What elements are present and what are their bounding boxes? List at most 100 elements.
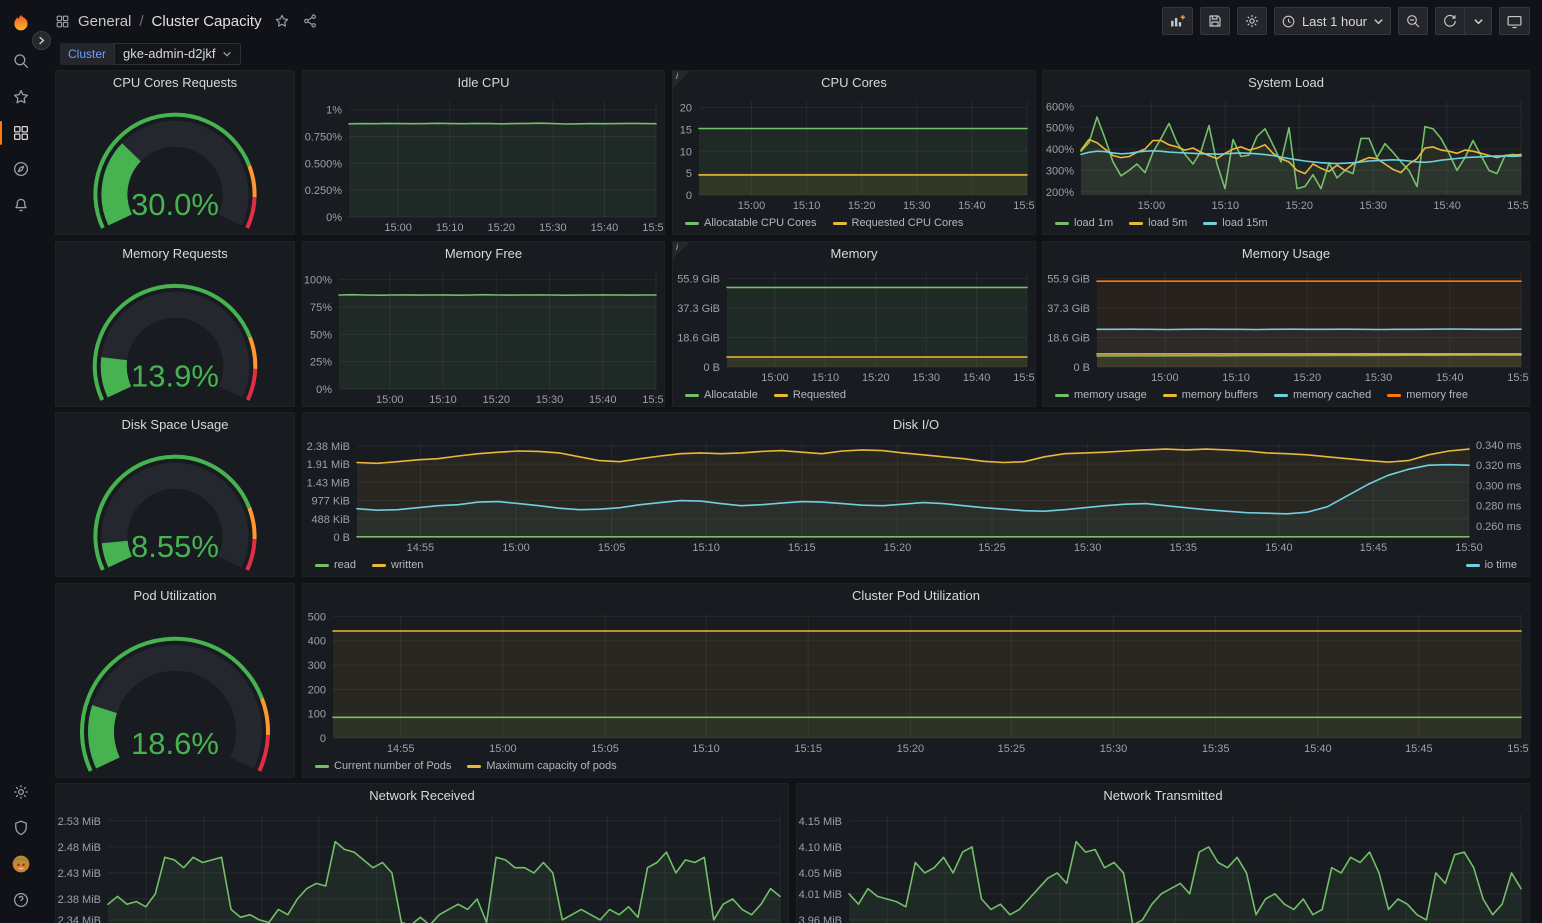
panel-title[interactable]: Memory Free [303, 242, 664, 266]
configuration-gear-icon[interactable] [0, 777, 42, 807]
panel-title[interactable]: System Load [1043, 71, 1529, 95]
svg-text:5: 5 [686, 168, 692, 180]
svg-text:15:25: 15:25 [978, 542, 1006, 554]
legend-item[interactable]: io time [1466, 559, 1517, 571]
legend-item[interactable]: load 15m [1203, 217, 1267, 229]
legend-item[interactable]: Allocatable CPU Cores [685, 217, 817, 229]
disk-space-usage-gauge: 8.55% [56, 437, 294, 576]
panel-legend: Allocatable CPU Cores Requested CPU Cores [673, 212, 1035, 234]
server-admin-shield-icon[interactable] [0, 813, 42, 843]
panel-title[interactable]: Idle CPU [303, 71, 664, 95]
svg-text:15:40: 15:40 [1436, 372, 1464, 384]
svg-text:37.3 GiB: 37.3 GiB [677, 303, 720, 315]
breadcrumb: General / Cluster Capacity [55, 8, 318, 34]
zoom-out-button[interactable] [1398, 7, 1428, 35]
svg-text:15:50: 15:50 [1013, 372, 1035, 384]
svg-text:2.38 MiB: 2.38 MiB [58, 894, 101, 906]
variable-value-dropdown[interactable]: gke-admin-d2jkf [114, 43, 241, 65]
explore-compass-icon[interactable] [0, 154, 42, 184]
panel-title[interactable]: Memory Usage [1043, 242, 1529, 266]
expand-menu-button[interactable] [32, 31, 51, 50]
refresh-button[interactable] [1435, 7, 1464, 35]
svg-text:3.96 MiB: 3.96 MiB [799, 915, 842, 923]
profile-avatar[interactable] [0, 849, 42, 879]
add-panel-button[interactable] [1162, 7, 1193, 35]
variable-value: gke-admin-d2jkf [123, 44, 216, 64]
panel-legend: Allocatable Requested [673, 384, 1035, 406]
legend-item[interactable]: load 1m [1055, 217, 1113, 229]
save-dashboard-button[interactable] [1200, 7, 1230, 35]
svg-text:0 B: 0 B [333, 532, 350, 544]
legend-item[interactable]: load 5m [1129, 217, 1187, 229]
svg-text:18.6%: 18.6% [131, 726, 219, 761]
panel-title[interactable]: Cluster Pod Utilization [303, 584, 1529, 608]
legend-item[interactable]: memory free [1387, 389, 1468, 401]
panel-title[interactable]: Memory Requests [56, 242, 294, 266]
svg-text:15:00: 15:00 [376, 394, 404, 406]
panel-cpu-cores-requests: CPU Cores Requests 30.0% [55, 70, 295, 235]
help-icon[interactable] [0, 885, 42, 915]
dashboard-settings-button[interactable] [1237, 7, 1267, 35]
legend-item[interactable]: written [372, 559, 423, 571]
dashboards-icon[interactable] [0, 118, 42, 148]
svg-text:18.6 GiB: 18.6 GiB [677, 333, 720, 345]
panel-title[interactable]: Disk Space Usage [56, 413, 294, 437]
legend-item[interactable]: memory buffers [1163, 389, 1258, 401]
svg-text:10: 10 [680, 146, 692, 158]
legend-item[interactable]: Maximum capacity of pods [467, 760, 616, 772]
variable-label[interactable]: Cluster [60, 43, 114, 65]
alerting-bell-icon[interactable] [0, 190, 42, 220]
svg-text:15:10: 15:10 [429, 394, 457, 406]
starred-icon[interactable] [0, 82, 42, 112]
legend-item[interactable]: Requested CPU Cores [833, 217, 964, 229]
svg-text:15:20: 15:20 [1294, 372, 1322, 384]
svg-text:25%: 25% [310, 357, 332, 369]
svg-text:400: 400 [308, 636, 326, 648]
panel-network-transmitted: Network Transmitted 3.96 MiB4.01 MiB4.05… [796, 783, 1530, 923]
refresh-interval-caret[interactable] [1464, 7, 1492, 35]
disk-io-chart: 14:5515:0015:0515:1015:1515:2015:2515:30… [303, 437, 1529, 554]
svg-text:15:30: 15:30 [1074, 542, 1102, 554]
legend-item[interactable]: Allocatable [685, 389, 758, 401]
svg-text:15:25: 15:25 [998, 743, 1026, 755]
svg-text:15:15: 15:15 [794, 743, 822, 755]
system-load-chart: 15:0015:1015:2015:3015:4015:50200%300%40… [1043, 95, 1529, 212]
svg-text:0.500%: 0.500% [305, 158, 343, 170]
svg-text:488 KiB: 488 KiB [311, 514, 350, 526]
panel-info-icon[interactable]: i [673, 71, 690, 88]
panel-title[interactable]: Network Transmitted [797, 784, 1529, 808]
breadcrumb-section[interactable]: General [78, 13, 131, 30]
legend-item[interactable]: read [315, 559, 356, 571]
legend-item[interactable]: Current number of Pods [315, 760, 451, 772]
panel-title[interactable]: Pod Utilization [56, 584, 294, 608]
panel-title[interactable]: Memory [673, 242, 1035, 266]
panel-title[interactable]: Network Received [56, 784, 788, 808]
svg-text:2.38 MiB: 2.38 MiB [307, 441, 350, 453]
svg-text:4.15 MiB: 4.15 MiB [799, 816, 842, 828]
panel-title[interactable]: CPU Cores [673, 71, 1035, 95]
search-icon[interactable] [0, 46, 42, 76]
cycle-view-mode-button[interactable] [1499, 7, 1530, 35]
panel-info-icon[interactable]: i [673, 242, 690, 259]
chart-svg: 15:0015:1015:2015:3015:4015:500 B18.6 Gi… [673, 266, 1035, 384]
svg-text:100: 100 [308, 709, 326, 721]
gauge-svg: 30.0% [56, 95, 294, 234]
legend-item[interactable]: memory cached [1274, 389, 1371, 401]
svg-text:15:35: 15:35 [1202, 743, 1230, 755]
svg-text:15:50: 15:50 [1013, 200, 1035, 212]
panel-title[interactable]: Disk I/O [303, 413, 1529, 437]
panel-idle-cpu: Idle CPU 15:0015:1015:2015:3015:4015:500… [302, 70, 665, 235]
svg-text:14:55: 14:55 [407, 542, 435, 554]
star-icon[interactable] [274, 13, 290, 29]
svg-text:50%: 50% [310, 329, 332, 341]
share-icon[interactable] [302, 13, 318, 29]
svg-text:15:40: 15:40 [1265, 542, 1293, 554]
sidebar [0, 0, 42, 923]
time-range-picker[interactable]: Last 1 hour [1274, 7, 1391, 35]
svg-text:200%: 200% [1046, 187, 1074, 199]
panel-title[interactable]: CPU Cores Requests [56, 71, 294, 95]
svg-text:2.43 MiB: 2.43 MiB [58, 868, 101, 880]
legend-item[interactable]: memory usage [1055, 389, 1147, 401]
svg-text:15:30: 15:30 [536, 394, 564, 406]
legend-item[interactable]: Requested [774, 389, 846, 401]
